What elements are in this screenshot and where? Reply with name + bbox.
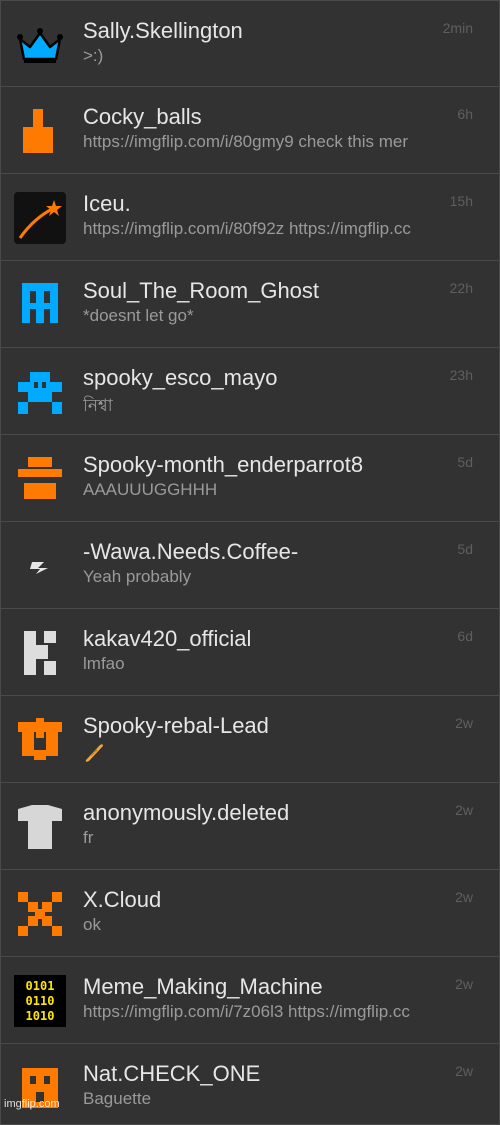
conversation-time: 22h <box>449 280 473 296</box>
orange-pixel-u-icon <box>14 714 66 766</box>
svg-text:1010: 1010 <box>26 1009 55 1023</box>
conversation-item[interactable]: 0101 0110 1010 Meme_Making_Machine https… <box>0 957 500 1044</box>
conversation-time: 15h <box>449 193 473 209</box>
conversation-time: 5d <box>457 454 473 470</box>
conversation-preview: https://imgflip.com/i/80gmy9 check this … <box>83 132 409 151</box>
conversation-username: spooky_esco_mayo <box>83 365 278 390</box>
conversation-username: Nat.CHECK_ONE <box>83 1061 261 1086</box>
lightning-icon <box>14 540 66 592</box>
conversation-item[interactable]: Iceu. https://imgflip.com/i/80f92z https… <box>0 174 500 261</box>
watermark: imgflip.com <box>4 1098 60 1110</box>
conversation-preview: Yeah probably <box>83 567 192 586</box>
conversation-username: Cocky_balls <box>83 104 202 129</box>
svg-text:0101: 0101 <box>26 979 55 993</box>
conversation-username: Spooky-month_enderparrot8 <box>83 452 364 477</box>
conversation-time: 6d <box>457 628 473 644</box>
conversation-preview: Baguette <box>83 1089 152 1108</box>
conversation-preview: lmfao <box>83 654 125 673</box>
conversation-item[interactable]: -Wawa.Needs.Coffee- Yeah probably 5d <box>0 522 500 609</box>
conversation-item[interactable]: Soul_The_Room_Ghost *doesnt let go* 22h <box>0 261 500 348</box>
pixel-k-icon <box>14 627 66 679</box>
conversation-preview: https://imgflip.com/i/7z06l3 https://img… <box>83 1002 410 1021</box>
conversation-username: -Wawa.Needs.Coffee- <box>83 539 299 564</box>
conversation-item[interactable]: Cocky_balls https://imgflip.com/i/80gmy9… <box>0 87 500 174</box>
conversation-preview: >:) <box>83 46 104 65</box>
conversation-item[interactable]: spooky_esco_mayo নিশ্বা 23h <box>0 348 500 435</box>
crown-icon <box>14 19 66 71</box>
orange-pixel-x-icon <box>14 888 66 940</box>
conversation-preview: AAAUUUGGHHH <box>83 480 218 499</box>
conversation-username: Soul_The_Room_Ghost <box>83 278 320 303</box>
conversation-item[interactable]: Nat.CHECK_ONE Baguette 2w <box>0 1044 500 1125</box>
conversation-item[interactable]: X.Cloud ok 2w <box>0 870 500 957</box>
blue-pixel-invader-icon <box>14 366 66 418</box>
conversation-username: Spooky-rebal-Lead <box>83 713 269 738</box>
conversation-time: 5d <box>457 541 473 557</box>
conversation-time: 2w <box>455 1063 473 1079</box>
conversation-time: 2w <box>455 976 473 992</box>
conversation-preview: fr <box>83 828 94 847</box>
conversation-time: 2w <box>455 889 473 905</box>
conversation-preview: *doesnt let go* <box>83 306 194 325</box>
conversation-preview: https://imgflip.com/i/80f92z https://img… <box>83 219 411 238</box>
conversation-username: Sally.Skellington <box>83 18 243 43</box>
blue-pixel-ghost-icon <box>14 279 66 331</box>
conversation-preview: ok <box>83 915 101 934</box>
conversation-username: Iceu. <box>83 191 131 216</box>
conversation-item[interactable]: Spooky-rebal-Lead 2w <box>0 696 500 783</box>
conversation-time: 6h <box>457 106 473 122</box>
binary-code-icon: 0101 0110 1010 <box>14 975 66 1027</box>
conversation-time: 2w <box>455 715 473 731</box>
conversation-item[interactable]: Sally.Skellington >:) 2min <box>0 0 500 87</box>
conversation-item[interactable]: kakav420_official lmfao 6d <box>0 609 500 696</box>
conversation-username: anonymously.deleted <box>83 800 290 825</box>
svg-text:0110: 0110 <box>26 994 55 1008</box>
conversation-item[interactable]: Spooky-month_enderparrot8 AAAUUUGGHHH 5d <box>0 435 500 522</box>
tshirt-icon <box>14 801 66 853</box>
conversation-item[interactable]: anonymously.deleted fr 2w <box>0 783 500 870</box>
conversation-username: kakav420_official <box>83 626 252 651</box>
baguette-emoji-icon <box>85 744 103 762</box>
orange-hat-icon <box>14 453 66 505</box>
conversation-preview: নিশ্বা <box>83 396 113 415</box>
conversation-username: Meme_Making_Machine <box>83 974 323 999</box>
conversation-username: X.Cloud <box>83 887 162 912</box>
conversation-list: Sally.Skellington >:) 2min Cocky_balls h… <box>0 0 500 1125</box>
conversation-time: 2min <box>442 20 473 36</box>
shooting-star-icon <box>14 192 66 244</box>
conversation-time: 2w <box>455 802 473 818</box>
conversation-time: 23h <box>449 367 473 383</box>
orange-block-icon <box>14 105 66 157</box>
conversation-preview <box>83 741 475 763</box>
